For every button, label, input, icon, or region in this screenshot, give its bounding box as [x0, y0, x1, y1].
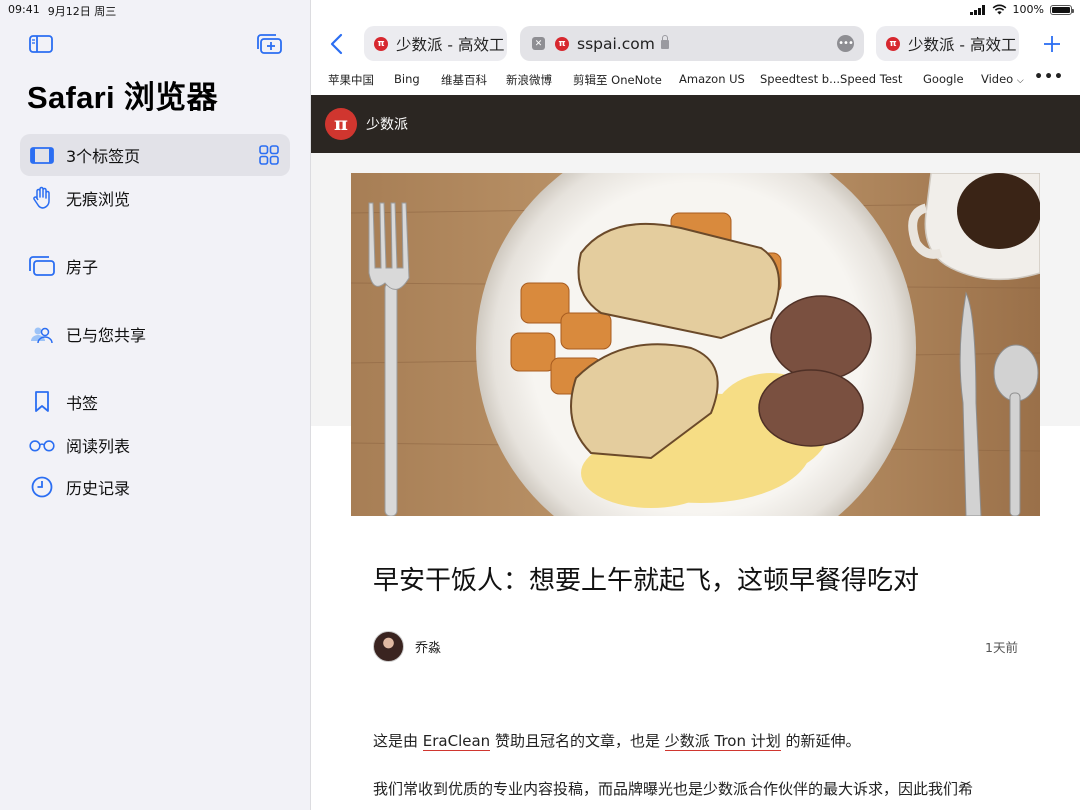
- lock-icon: [660, 35, 669, 49]
- favorite-link[interactable]: Google: [923, 72, 964, 86]
- sidebar-item-label: 无痕浏览: [66, 190, 131, 209]
- tab-title: 少数派 - 高效工: [908, 35, 1017, 54]
- status-bar-left: 09:41 9月12日 周三: [8, 3, 116, 19]
- tab-group-icon: [28, 254, 56, 278]
- more-favorites-button[interactable]: •••: [1034, 69, 1064, 85]
- chevron-left-icon: [330, 33, 343, 55]
- add-tab-group-icon: [257, 34, 282, 54]
- sidebar-item-label: 阅读列表: [66, 437, 131, 456]
- new-tab-group-button[interactable]: [256, 33, 282, 55]
- sspai-favicon: π: [886, 36, 900, 51]
- tab-3[interactable]: π 少数派 - 高效工: [876, 26, 1019, 61]
- status-date: 9月12日 周三: [47, 5, 117, 18]
- sidebar: Safari 浏览器 3个标签页 无痕浏览 房子 已与您共享 书签 阅读列表 历…: [0, 0, 311, 810]
- browser-main: π 少数派 - 高效工 ✕ π sspai.com ••• π 少数派 - 高效…: [311, 0, 1080, 810]
- tab-title: 少数派 - 高效工: [396, 35, 505, 54]
- article-paragraph: 我们常收到优质的专业内容投稿，而品牌曝光也是少数派合作伙伴的最大诉求，因此我们希: [373, 780, 974, 798]
- site-name[interactable]: 少数派: [366, 114, 408, 134]
- tabs-icon: [28, 143, 56, 167]
- back-button[interactable]: [327, 32, 347, 56]
- sidebar-toggle-button[interactable]: [28, 33, 54, 55]
- hero-image: [351, 173, 1040, 516]
- breakfast-photo-illustration: [351, 173, 1040, 516]
- chevron-down-icon: ⌵: [1016, 76, 1024, 86]
- battery-percent: 100%: [1012, 3, 1044, 16]
- status-bar-right: 100%: [969, 3, 1074, 16]
- tab-1[interactable]: π 少数派 - 高效工: [364, 26, 507, 61]
- publish-time: 1天前: [985, 639, 1018, 655]
- page-menu-button[interactable]: •••: [837, 35, 854, 52]
- sspai-favicon: π: [374, 36, 388, 51]
- status-time: 09:41: [8, 3, 40, 16]
- sidebar-icon: [29, 35, 53, 53]
- paragraph-text: 的新延伸。: [780, 732, 861, 750]
- favorite-link[interactable]: 维基百科: [441, 72, 487, 88]
- sidebar-item-private[interactable]: 无痕浏览: [20, 177, 290, 219]
- site-logo[interactable]: π: [325, 108, 357, 140]
- favorite-folder[interactable]: Video ⌵: [981, 72, 1024, 86]
- author-row: 乔淼 1天前: [373, 630, 1018, 662]
- avatar[interactable]: [373, 630, 404, 662]
- plus-icon: [1044, 36, 1060, 52]
- sidebar-item-bookmarks[interactable]: 书签: [20, 381, 290, 423]
- grid-view-icon[interactable]: [258, 144, 280, 170]
- sidebar-item-label: 书签: [66, 394, 99, 413]
- sidebar-title: Safari 浏览器: [27, 80, 218, 115]
- tron-plan-link[interactable]: 少数派 Tron 计划: [664, 732, 781, 751]
- sidebar-item-reading-list[interactable]: 阅读列表: [20, 424, 290, 466]
- sspai-favicon: π: [555, 36, 569, 51]
- tab-active[interactable]: ✕ π sspai.com •••: [520, 26, 864, 61]
- sidebar-item-history[interactable]: 历史记录: [20, 466, 290, 508]
- sidebar-item-tab-group[interactable]: 房子: [20, 245, 290, 287]
- battery-fill: [1052, 6, 1070, 13]
- address-text[interactable]: sspai.com: [577, 35, 655, 53]
- sidebar-item-tabs[interactable]: 3个标签页: [20, 134, 290, 176]
- favorite-link[interactable]: Speedtest b...Speed Test: [760, 72, 902, 86]
- shared-with-you-icon: [28, 322, 56, 346]
- favorite-link[interactable]: 苹果中国: [328, 72, 374, 88]
- favorite-link[interactable]: Bing: [394, 72, 420, 86]
- tab-bar: π 少数派 - 高效工 ✕ π sspai.com ••• π 少数派 - 高效…: [311, 22, 1080, 66]
- hand-icon: [28, 186, 56, 210]
- favorite-link[interactable]: 新浪微博: [506, 72, 552, 88]
- favorite-link[interactable]: 剪辑至 OneNote: [573, 72, 662, 88]
- author-name[interactable]: 乔淼: [415, 637, 441, 656]
- glasses-icon: [28, 433, 56, 457]
- cellular-signal-icon: [969, 4, 985, 15]
- article-paragraph: 这是由 EraClean 赞助且冠名的文章，也是 少数派 Tron 计划 的新延…: [373, 730, 861, 751]
- paragraph-text: 赞助且冠名的文章，也是: [490, 732, 665, 750]
- wifi-icon: [992, 4, 1006, 15]
- favorite-folder-label: Video: [981, 72, 1014, 86]
- paragraph-text: 这是由: [373, 732, 423, 750]
- close-tab-icon[interactable]: ✕: [532, 37, 545, 50]
- favorites-bar: 苹果中国 Bing 维基百科 新浪微博 剪辑至 OneNote Amazon U…: [311, 69, 1080, 88]
- site-header: π 少数派: [311, 95, 1080, 153]
- clock-icon: [28, 475, 56, 499]
- sponsor-link[interactable]: EraClean: [422, 732, 491, 751]
- sidebar-item-label: 3个标签页: [66, 147, 141, 166]
- sidebar-item-label: 已与您共享: [66, 326, 147, 345]
- battery-icon: [1050, 4, 1074, 15]
- bookmark-icon: [28, 390, 56, 414]
- sidebar-item-shared[interactable]: 已与您共享: [20, 313, 290, 355]
- sidebar-item-label: 房子: [66, 258, 99, 277]
- sidebar-item-label: 历史记录: [66, 479, 131, 498]
- new-tab-button[interactable]: [1042, 28, 1062, 61]
- favorite-link[interactable]: Amazon US: [679, 72, 745, 86]
- article-title: 早安干饭人：想要上午就起飞，这顿早餐得吃对: [373, 566, 920, 596]
